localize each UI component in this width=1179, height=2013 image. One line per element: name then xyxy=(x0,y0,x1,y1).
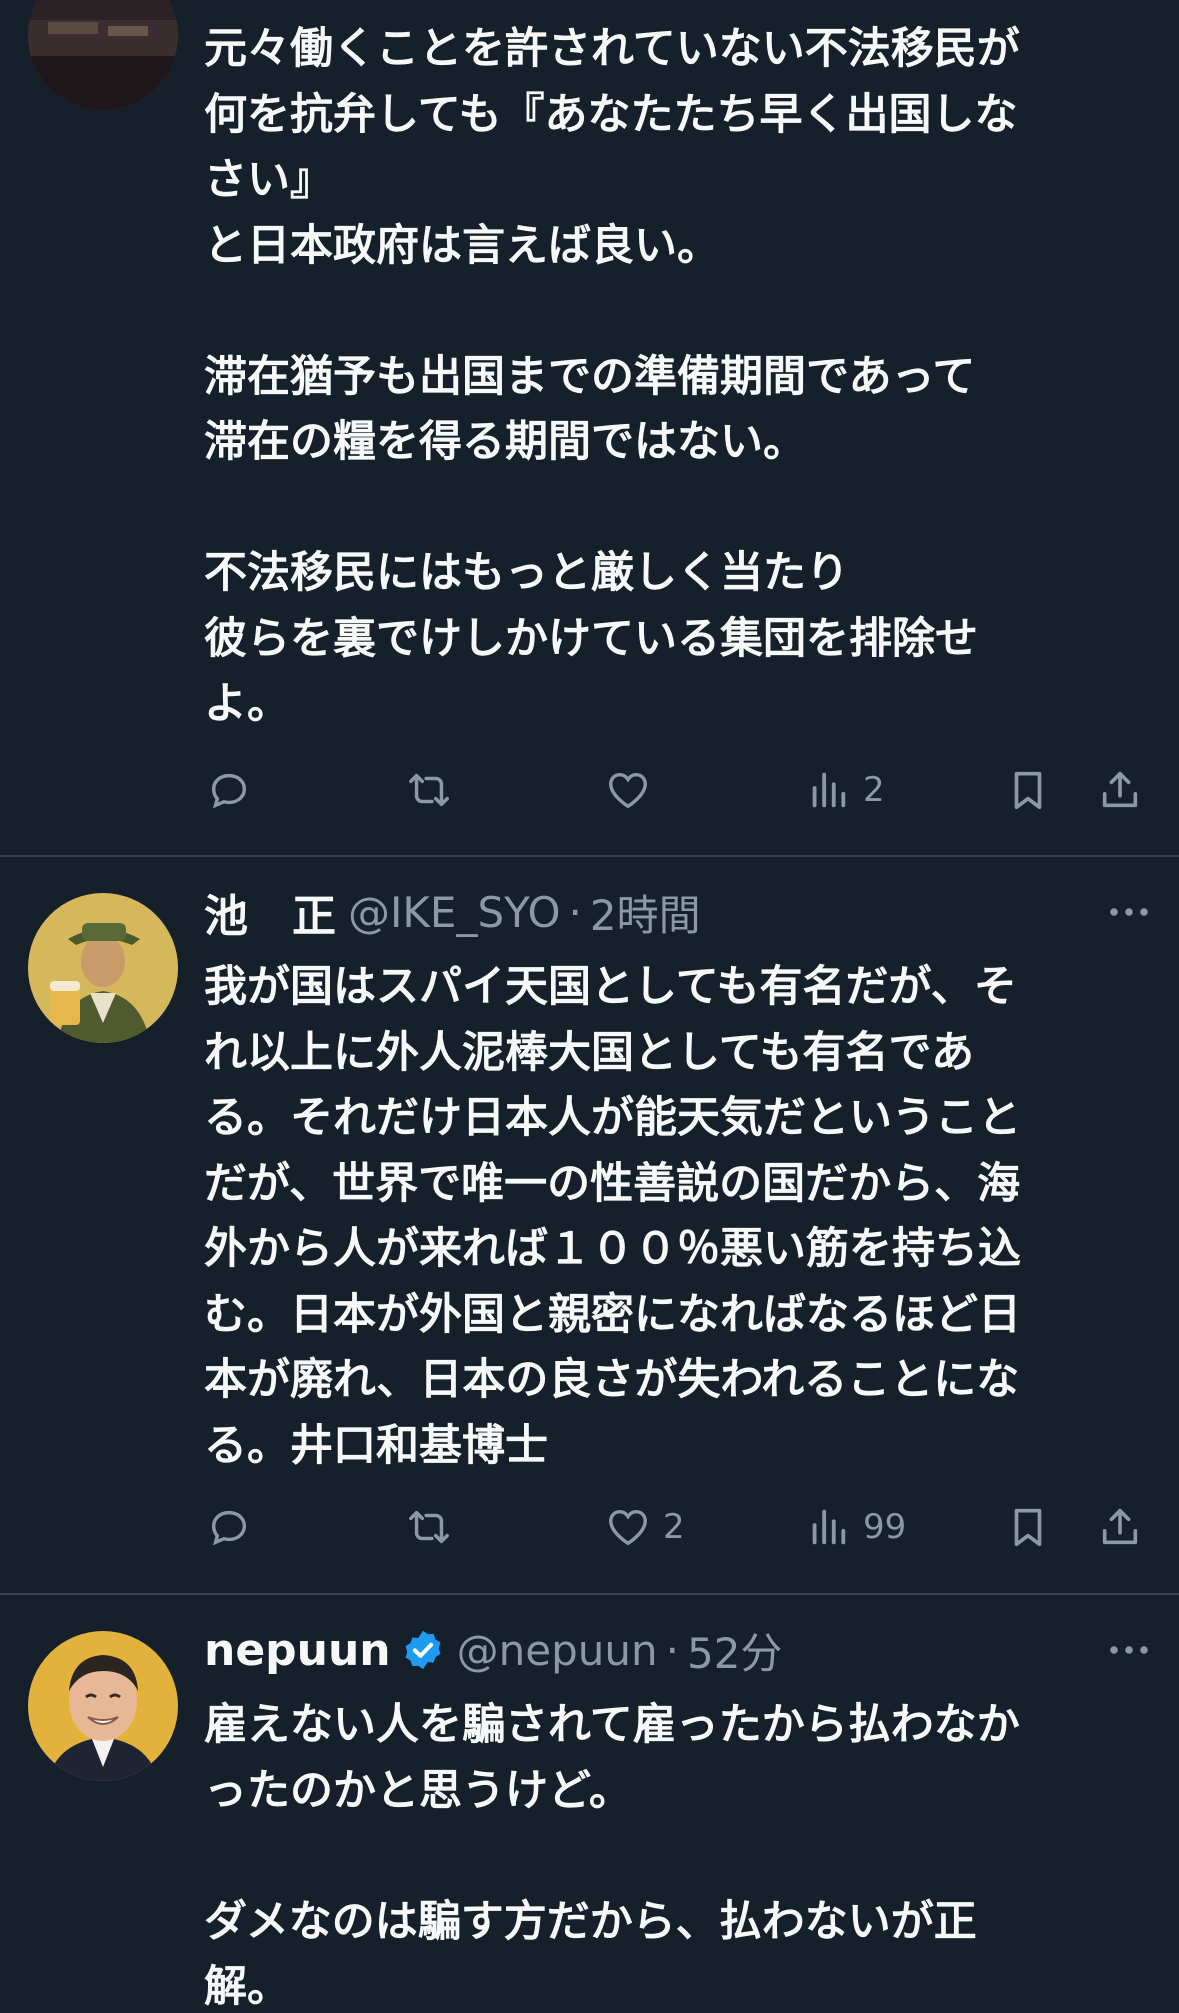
verified-badge-icon xyxy=(405,1630,441,1670)
avatar[interactable] xyxy=(28,0,178,110)
more-button[interactable] xyxy=(1107,1620,1151,1680)
more-button[interactable] xyxy=(1107,882,1151,942)
share-button[interactable] xyxy=(1097,1497,1143,1557)
tweet[interactable]: nepuun @nepuun · 52分 雇えない人を騙されて雇ったから払わなか… xyxy=(0,1595,1179,2013)
action-bar: 2 99 xyxy=(0,1497,1179,1557)
heart-icon xyxy=(609,772,647,809)
share-button[interactable] xyxy=(1097,760,1143,820)
reply-button[interactable] xyxy=(206,760,252,820)
analytics-icon xyxy=(812,1509,846,1545)
display-name[interactable]: nepuun xyxy=(204,1625,391,1676)
retweet-button[interactable] xyxy=(406,1497,452,1557)
timestamp[interactable]: 52分 xyxy=(687,1620,782,1681)
views-button[interactable]: 2 xyxy=(805,760,885,820)
like-count: 2 xyxy=(663,1507,685,1547)
like-button[interactable]: 2 xyxy=(605,1497,685,1557)
tweet[interactable]: 池 正 @IKE_SYO · 2時間 我が国はスパイ天国としても有名だが、そ れ… xyxy=(0,857,1179,1595)
more-icon xyxy=(1110,908,1148,916)
views-button[interactable]: 99 xyxy=(805,1497,906,1557)
share-icon xyxy=(1102,1508,1138,1545)
separator-dot: · xyxy=(568,887,582,937)
reply-icon xyxy=(211,1510,247,1546)
display-name[interactable]: 池 正 xyxy=(204,880,336,944)
tweet[interactable]: 元々働くことを許されていない不法移民が 何を抗弁しても『あなたたち早く出国しな … xyxy=(0,0,1179,857)
user-handle[interactable]: @nepuun xyxy=(457,1626,658,1675)
tweet-text: 我が国はスパイ天国としても有名だが、そ れ以上に外人泥棒大国としても有名であ る… xyxy=(204,962,1021,1471)
bookmark-button[interactable] xyxy=(1005,760,1051,820)
tweet-header: nepuun @nepuun · 52分 xyxy=(204,1620,1149,1680)
reply-button[interactable] xyxy=(206,1497,252,1557)
heart-icon xyxy=(609,1509,647,1546)
reply-icon xyxy=(211,773,247,809)
bookmark-icon xyxy=(1014,1508,1042,1547)
tweet-text: 元々働くことを許されていない不法移民が 何を抗弁しても『あなたたち早く出国しな … xyxy=(204,24,1020,729)
retweet-button[interactable] xyxy=(406,760,452,820)
bookmark-button[interactable] xyxy=(1005,1497,1051,1557)
action-bar: 2 xyxy=(0,760,1179,820)
view-count: 99 xyxy=(863,1507,907,1547)
separator-dot: · xyxy=(665,1625,679,1675)
avatar[interactable] xyxy=(28,1631,178,1781)
analytics-icon xyxy=(812,772,846,808)
tweet-text: 雇えない人を騙されて雇ったから払わなか ったのかと思うけど。 ダメなのは騙す方だ… xyxy=(204,1700,1020,2012)
more-icon xyxy=(1110,1646,1148,1654)
like-button[interactable] xyxy=(605,760,663,820)
tweet-feed: 元々働くことを許されていない不法移民が 何を抗弁しても『あなたたち早く出国しな … xyxy=(0,0,1179,2013)
share-icon xyxy=(1102,771,1138,808)
user-handle[interactable]: @IKE_SYO xyxy=(348,888,561,937)
view-count: 2 xyxy=(863,770,885,810)
tweet-header: 池 正 @IKE_SYO · 2時間 xyxy=(204,880,1149,944)
bookmark-icon xyxy=(1014,771,1042,810)
avatar[interactable] xyxy=(28,893,178,1043)
timestamp[interactable]: 2時間 xyxy=(590,882,701,943)
retweet-icon xyxy=(409,1510,449,1544)
retweet-icon xyxy=(409,773,449,807)
